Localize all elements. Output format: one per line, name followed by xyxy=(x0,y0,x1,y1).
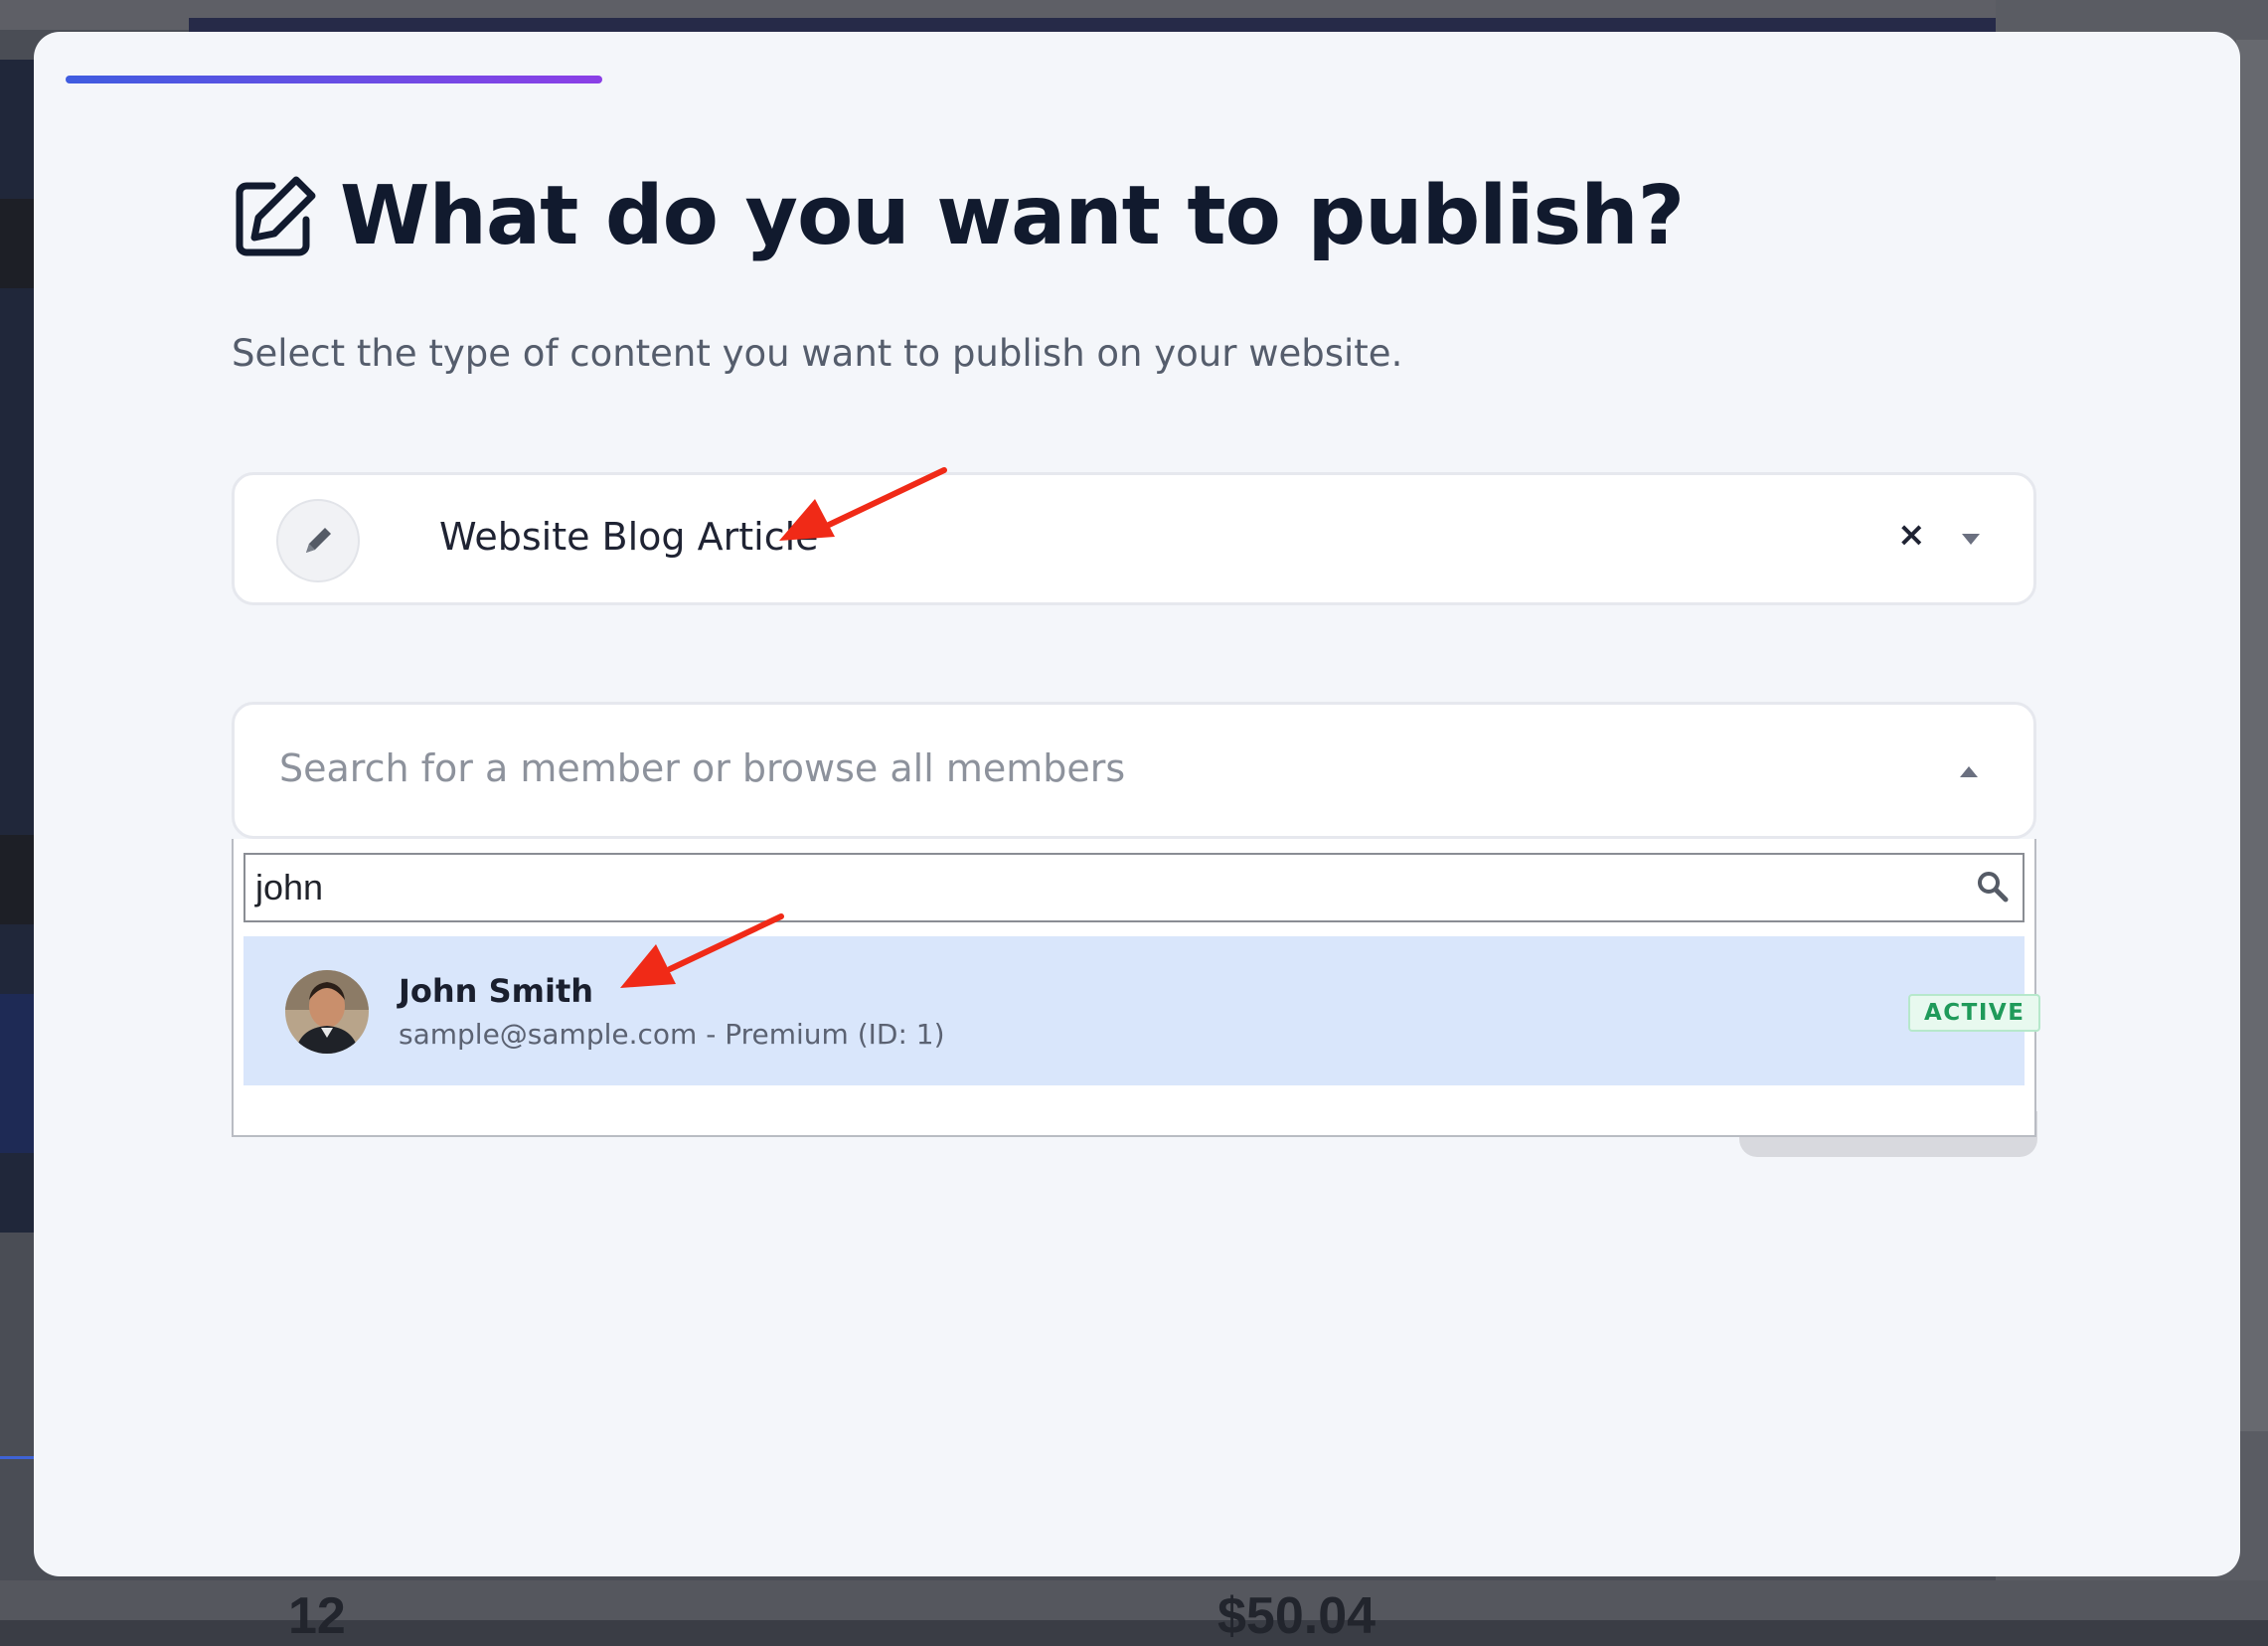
avatar xyxy=(285,970,369,1054)
member-search-input[interactable]: john xyxy=(243,853,2025,922)
pencil-icon xyxy=(276,499,360,582)
chevron-up-icon[interactable] xyxy=(1960,766,1978,777)
background-stat: $50.04 xyxy=(1217,1587,1377,1645)
chevron-down-icon[interactable] xyxy=(1962,534,1980,545)
modal-title: What do you want to publish? xyxy=(340,169,1685,263)
member-option[interactable]: John Smith sample@sample.com - Premium (… xyxy=(243,936,2041,1085)
progress-bar xyxy=(66,76,602,83)
publish-modal: What do you want to publish? Select the … xyxy=(34,32,2240,1576)
background-left-block xyxy=(0,199,34,288)
member-select[interactable]: Search for a member or browse all member… xyxy=(232,702,2036,839)
background-left-block xyxy=(0,835,34,924)
search-icon xyxy=(1978,872,2009,903)
member-name: John Smith xyxy=(399,972,594,1010)
background-right-column xyxy=(2236,40,2268,1431)
member-detail: sample@sample.com - Premium (ID: 1) xyxy=(399,1018,945,1051)
member-search-value: john xyxy=(255,867,324,907)
background-left-block xyxy=(0,994,34,1153)
member-dropdown: john John Smith sample@sample.com - Prem… xyxy=(232,839,2041,1137)
background-accent-line xyxy=(0,1456,34,1459)
modal-header: What do you want to publish? xyxy=(233,169,1685,263)
background-stat: 12 xyxy=(288,1587,346,1645)
status-badge: ACTIVE xyxy=(1908,994,2041,1032)
member-select-placeholder: Search for a member or browse all member… xyxy=(279,746,1126,790)
modal-subtitle: Select the type of content you want to p… xyxy=(232,332,1403,375)
edit-square-icon xyxy=(236,176,316,255)
content-type-value: Website Blog Article xyxy=(439,515,819,559)
clear-selection-button[interactable]: × xyxy=(1897,515,1926,555)
content-type-select[interactable]: Website Blog Article × xyxy=(232,472,2036,605)
